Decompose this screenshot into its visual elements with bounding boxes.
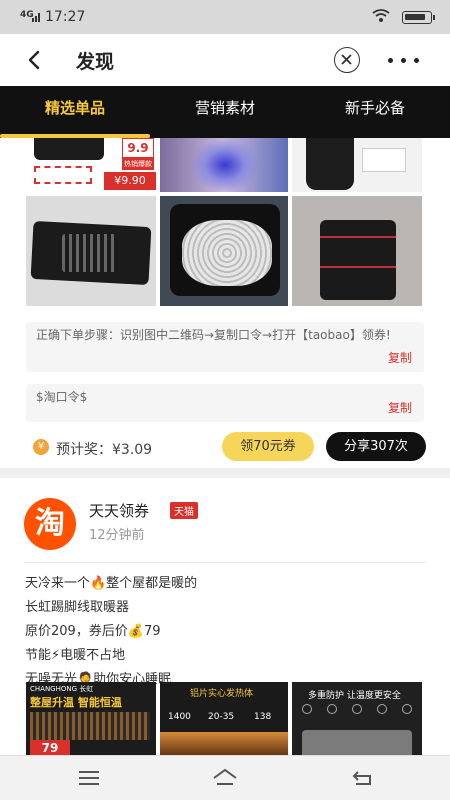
image-caption: 多重防护 让温度更安全 (308, 691, 401, 701)
product-image[interactable]: 9.9 热销爆款 ¥9.90 (26, 138, 156, 192)
product-image[interactable]: 多重防护 让温度更安全 (292, 682, 422, 755)
wifi-icon (372, 9, 390, 22)
spec-value: 20-35 (208, 712, 235, 722)
product-image[interactable] (160, 138, 288, 192)
divider (24, 562, 426, 563)
feed-list[interactable]: 9.9 热销爆款 ¥9.90 正确下单步骤：识别图中二维码→复制口令→打开【ta (0, 138, 450, 755)
home-icon[interactable] (212, 766, 238, 790)
order-steps-box: 正确下单步骤：识别图中二维码→复制口令→打开【taobao】领券! 复制 (26, 322, 424, 372)
close-icon[interactable] (334, 47, 360, 73)
product-image[interactable] (26, 196, 156, 306)
product-image[interactable] (292, 196, 422, 306)
reward-row: ¥ 预计奖：¥3.09 领70元券 分享307次 (0, 430, 450, 470)
app-header: 发现 (0, 34, 450, 86)
product-image[interactable]: CHANGHONG 长虹 整屋升温 智能恒温 79 (26, 682, 156, 755)
back-arrow-icon[interactable] (24, 48, 46, 72)
product-image[interactable] (160, 196, 288, 306)
token-box: $淘口令$ 复制 (26, 384, 424, 422)
product-post: 9.9 热销爆款 ¥9.90 正确下单步骤：识别图中二维码→复制口令→打开【ta (0, 138, 450, 468)
post-text-line: 节能⚡电暖不占地 (25, 648, 126, 663)
close-x-glyph (341, 54, 352, 65)
page-title: 发现 (76, 51, 115, 73)
product-image[interactable]: 铝片实心发热体 1400 20-35 138 (160, 682, 288, 755)
more-dot (388, 58, 393, 63)
product-image[interactable] (292, 138, 422, 192)
image-caption: 铝片实心发热体 (190, 689, 254, 699)
spec-value: 138 (254, 712, 272, 722)
spec-value: 1400 (168, 712, 191, 722)
product-post: 淘 天天领券 天猫 12分钟前 天冷来一个🔥整个屋都是暖的 长虹踢脚线取暖器 原… (0, 478, 450, 755)
menu-icon[interactable] (76, 766, 102, 790)
more-options-icon[interactable] (386, 50, 422, 70)
more-dot (401, 58, 406, 63)
estimated-reward: 预计奖：¥3.09 (56, 442, 153, 458)
copy-token-button[interactable]: 复制 (388, 399, 412, 418)
signal-icon (32, 13, 40, 22)
post-text-line: 原价209，券后价💰79 (25, 624, 161, 639)
get-coupon-button[interactable]: 领70元券 (222, 432, 314, 461)
avatar[interactable]: 淘 (24, 498, 76, 550)
category-tabs: 精选单品 营销素材 新手必备 (0, 86, 450, 138)
image-price: 79 (30, 740, 70, 755)
tab-featured[interactable]: 精选单品 (0, 86, 150, 138)
post-time: 12分钟前 (89, 528, 145, 543)
share-button[interactable]: 分享307次 (326, 432, 426, 461)
image-caption: 整屋升温 智能恒温 (30, 696, 122, 709)
status-bar: 4G 17:27 (0, 0, 450, 34)
post-text-line: 天冷来一个🔥整个屋都是暖的 (25, 576, 198, 591)
brand-label: CHANGHONG 长虹 (30, 685, 94, 693)
tab-label: 精选单品 (44, 99, 105, 117)
tab-beginner[interactable]: 新手必备 (300, 86, 450, 138)
author-name[interactable]: 天天领券 (89, 500, 149, 521)
more-dot (414, 58, 419, 63)
tab-label: 营销素材 (194, 99, 255, 117)
battery-icon (402, 11, 435, 24)
promo-price: ¥9.90 (104, 172, 156, 190)
promo-label: 热销爆款 (122, 158, 154, 170)
tab-label: 新手必备 (344, 99, 405, 117)
price-tag: 9.9 (122, 138, 154, 158)
back-icon[interactable] (350, 766, 376, 790)
clock: 17:27 (45, 9, 86, 25)
post-text-line: 长虹踢脚线取暖器 (25, 600, 130, 615)
token-text: $淘口令$ (36, 390, 88, 404)
coin-icon: ¥ (33, 439, 49, 455)
tmall-badge: 天猫 (170, 502, 198, 519)
copy-steps-button[interactable]: 复制 (388, 349, 412, 368)
tab-marketing[interactable]: 营销素材 (150, 86, 300, 138)
order-steps-text: 正确下单步骤：识别图中二维码→复制口令→打开【taobao】领券! (36, 328, 391, 342)
system-nav-bar (0, 755, 450, 800)
